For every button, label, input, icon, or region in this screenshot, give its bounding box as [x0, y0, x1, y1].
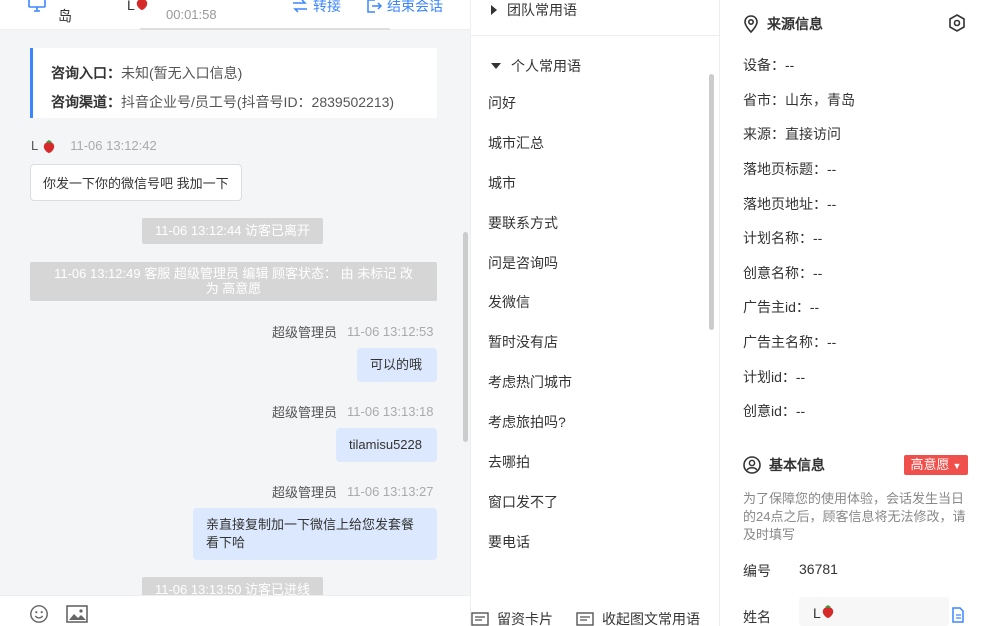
info-creative-id: 创意id：--: [743, 403, 806, 419]
session-timer: 00:01:58: [166, 7, 217, 22]
smile-icon[interactable]: [28, 604, 50, 624]
phrase-item[interactable]: 去哪拍: [488, 442, 572, 482]
phrase-scrollbar[interactable]: [709, 74, 714, 330]
info-plan-id: 计划id：--: [743, 369, 806, 385]
visitor-name: L: [127, 0, 149, 13]
caret-down-icon: ▼: [952, 461, 962, 471]
settings-icon[interactable]: [948, 14, 966, 32]
visitor-message-bubble: 你发一下你的微信号吧 我加一下: [30, 164, 242, 201]
message-meta: 超级管理员 11-06 13:13:18: [272, 404, 434, 420]
chat-workspace: 岛 L 00:01:58 转接 结束会话 咨询入口：未知(暂无入口信息) 咨询渠…: [0, 0, 985, 626]
user-icon: [743, 456, 761, 474]
copy-icon[interactable]: [951, 607, 965, 623]
phrase-item[interactable]: 考虑热门城市: [488, 362, 572, 402]
message-meta: L 11-06 13:12:42: [31, 138, 157, 153]
info-device: 设备：--: [743, 57, 795, 73]
exit-icon: [367, 0, 382, 13]
image-icon[interactable]: [66, 604, 88, 624]
agent-message-bubble: tilamisu5228: [336, 428, 437, 462]
id-label: 编号: [743, 563, 771, 579]
chat-scrollbar[interactable]: [463, 232, 468, 442]
phrase-item[interactable]: 要电话: [488, 522, 572, 562]
phrase-item[interactable]: 问是咨询吗: [488, 243, 572, 283]
phrase-list: 问好 城市汇总 城市 要联系方式 问是咨询吗 发微信 暂时没有店 考虑热门城市 …: [488, 83, 572, 562]
phrase-item[interactable]: 暂时没有店: [488, 322, 572, 362]
caret-down-icon: [491, 63, 501, 69]
caret-right-icon: [491, 5, 497, 15]
phrase-item[interactable]: 要联系方式: [488, 203, 572, 243]
strawberry-icon: [822, 605, 833, 618]
phrase-item[interactable]: 考虑旅拍吗?: [488, 402, 572, 442]
system-message: 11-06 13:12:49 客服 超级管理员 编辑 顾客状态： 由 未标记 改…: [30, 262, 437, 301]
divider: [471, 35, 719, 36]
location-pin-icon: [744, 15, 758, 33]
phrase-group-team[interactable]: 团队常用语: [491, 0, 577, 20]
message-list[interactable]: 咨询入口：未知(暂无入口信息) 咨询渠道：抖音企业号/员工号(抖音号ID：283…: [0, 30, 470, 595]
chat-panel: 岛 L 00:01:58 转接 结束会话 咨询入口：未知(暂无入口信息) 咨询渠…: [0, 0, 470, 626]
agent-message-bubble: 亲直接复制加一下微信上给您发套餐看下哈: [193, 508, 437, 560]
end-session-button[interactable]: 结束会话: [366, 0, 443, 16]
info-landing-url: 落地页地址：--: [743, 196, 837, 212]
strawberry-icon: [136, 0, 147, 10]
collapse-phrases-button[interactable]: 收起图文常用语: [576, 609, 700, 626]
lead-card-button[interactable]: 留资卡片: [471, 609, 553, 626]
monitor-icon: [28, 0, 46, 12]
name-field[interactable]: L: [799, 597, 949, 626]
message-meta: 超级管理员 11-06 13:12:53: [272, 324, 434, 340]
chat-toolbar: [0, 595, 470, 626]
phrase-item[interactable]: 窗口发不了: [488, 482, 572, 522]
phrase-item[interactable]: 城市: [488, 163, 572, 203]
phrase-item[interactable]: 问好: [488, 83, 572, 123]
quick-phrase-panel: 团队常用语 个人常用语 问好 城市汇总 城市 要联系方式 问是咨询吗 发微信 暂…: [470, 0, 720, 626]
phrase-item[interactable]: 城市汇总: [488, 123, 572, 163]
customer-name: 岛: [58, 8, 72, 24]
phrase-item[interactable]: 发微信: [488, 282, 572, 322]
info-plan-name: 计划名称：--: [743, 230, 823, 246]
strawberry-icon: [44, 139, 55, 153]
info-advertiser-id: 广告主id：--: [743, 299, 820, 315]
intent-tag-dropdown[interactable]: 高意愿 ▼: [904, 455, 968, 475]
id-value: 36781: [799, 561, 838, 577]
collapse-icon: [576, 612, 594, 626]
system-message: 11-06 13:13:50 访客已进线: [142, 577, 323, 595]
agent-message-bubble: 可以的哦: [357, 348, 437, 382]
phrase-group-personal[interactable]: 个人常用语: [491, 56, 581, 76]
info-source: 来源：直接访问: [743, 126, 841, 142]
system-message: 11-06 13:12:44 访客已离开: [142, 218, 323, 244]
phrase-footer: 留资卡片 收起图文常用语: [471, 605, 719, 626]
basic-info-title: 基本信息: [743, 455, 825, 475]
transfer-icon: [293, 0, 307, 13]
transfer-button[interactable]: 转接: [292, 0, 341, 16]
info-creative-name: 创意名称：--: [743, 265, 823, 281]
info-landing-title: 落地页标题：--: [743, 161, 837, 177]
message-meta: 超级管理员 11-06 13:13:27: [272, 484, 434, 500]
edit-notice: 为了保障您的使用体验，会话发生当日的24点之后，顾客信息将无法修改，请及时填写: [743, 491, 966, 542]
info-advertiser-name: 广告主名称：--: [743, 334, 837, 350]
entry-info-card: 咨询入口：未知(暂无入口信息) 咨询渠道：抖音企业号/员工号(抖音号ID：283…: [30, 48, 437, 118]
card-icon: [471, 612, 489, 626]
source-info-title: 来源信息: [743, 14, 823, 34]
chat-header: 岛 L 00:01:58 转接 结束会话: [0, 0, 470, 31]
info-region: 省市：山东，青岛: [743, 92, 855, 108]
name-label: 姓名: [743, 609, 771, 625]
customer-info-panel: 来源信息 设备：-- 省市：山东，青岛 来源：直接访问 落地页标题：-- 落地页…: [721, 0, 985, 626]
